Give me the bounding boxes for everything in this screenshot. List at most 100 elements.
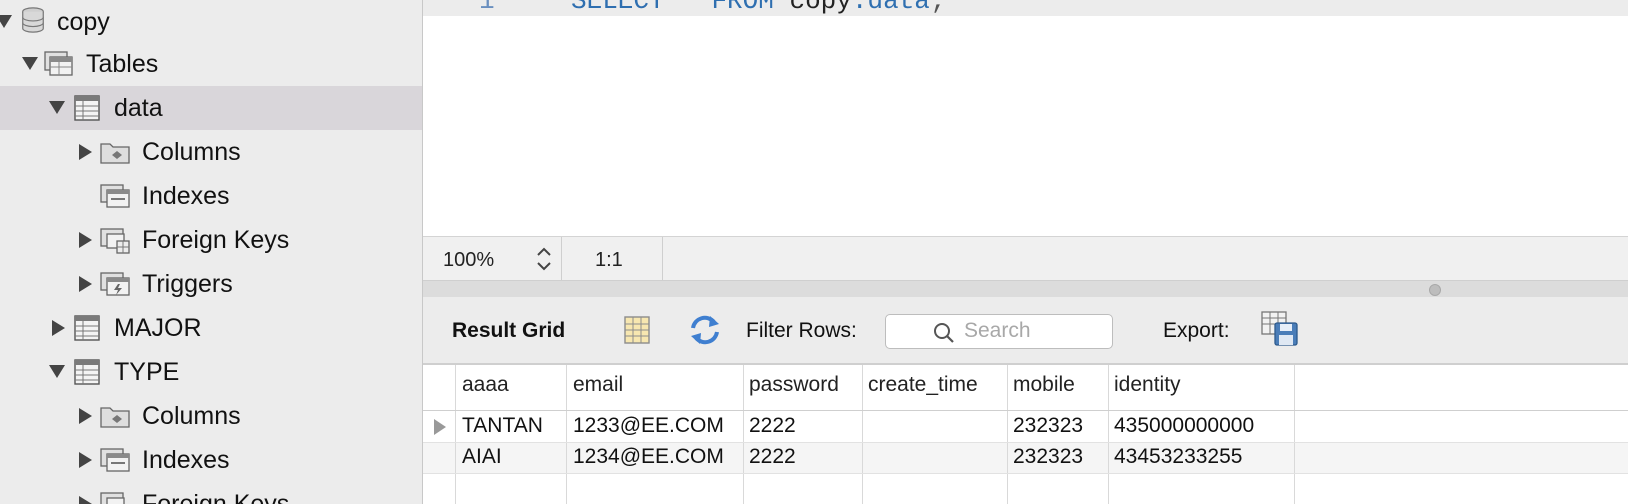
expand-toggle-icon[interactable] (79, 276, 92, 292)
editor-current-line[interactable]: 1 SELECT * FROM copy.data; (423, 0, 1628, 16)
table-cell[interactable]: 2222 (749, 414, 796, 438)
tree-item-label: Tables (86, 50, 159, 78)
table-cell[interactable]: 232323 (1013, 445, 1083, 469)
tree-item-triggers[interactable]: Triggers (0, 262, 422, 306)
sql-keyword-from: FROM (711, 0, 774, 16)
tree-item-columns[interactable]: Columns (0, 394, 422, 438)
indexes-folder-icon (100, 448, 130, 472)
expand-toggle-icon[interactable] (79, 496, 92, 504)
row-divider (423, 473, 1628, 474)
header-divider (423, 410, 1628, 411)
expand-toggle-icon[interactable] (79, 232, 92, 248)
table-cell[interactable]: 435000000000 (1114, 414, 1254, 438)
tree-item-label: Columns (142, 138, 241, 166)
grid-divider (1108, 365, 1109, 504)
collapse-toggle-icon[interactable] (49, 101, 65, 114)
expand-toggle-icon[interactable] (79, 408, 92, 424)
table-cell[interactable]: 43453233255 (1114, 445, 1242, 469)
panel-splitter[interactable] (423, 280, 1628, 298)
expand-toggle-icon[interactable] (79, 144, 92, 160)
table-cell[interactable]: 1233@EE.COM (573, 414, 724, 438)
tree-item-columns[interactable]: Columns (0, 130, 422, 174)
sql-editor[interactable]: 1 SELECT * FROM copy.data; (423, 0, 1628, 236)
zoom-stepper-icon[interactable] (535, 245, 553, 273)
sql-schema: copy (773, 0, 852, 16)
statusbar-divider (662, 237, 663, 281)
table-icon (74, 359, 100, 385)
tree-item-table-type[interactable]: TYPE (0, 350, 422, 394)
column-header[interactable]: aaaa (462, 373, 509, 397)
splitter-handle-icon[interactable] (1429, 284, 1441, 296)
grid-divider (862, 365, 863, 504)
current-row-marker-icon (434, 419, 446, 435)
result-grid[interactable]: aaaa email password create_time mobile i… (423, 365, 1628, 504)
tree-item-table-major[interactable]: MAJOR (0, 306, 422, 350)
grid-divider (455, 365, 456, 504)
tree-item-label: Foreign Keys (142, 226, 290, 254)
tree-item-indexes[interactable]: Indexes (0, 438, 422, 482)
sql-statement[interactable]: SELECT * FROM copy.data; (571, 0, 946, 16)
grid-divider (566, 365, 567, 504)
table-cell[interactable]: 1234@EE.COM (573, 445, 724, 469)
tree-item-label: Columns (142, 402, 241, 430)
columns-folder-icon (100, 143, 130, 164)
tree-item-indexes[interactable]: Indexes (0, 174, 422, 218)
grid-divider (743, 365, 744, 504)
zoom-level[interactable]: 100% (443, 249, 494, 272)
grid-divider (1294, 365, 1295, 504)
row-divider (423, 442, 1628, 443)
table-cell[interactable]: TANTAN (462, 414, 543, 438)
triggers-folder-icon (100, 272, 130, 296)
result-toolbar: Result Grid Filter Rows: Export: (423, 297, 1628, 365)
cursor-position: 1:1 (595, 249, 623, 271)
tree-item-label: data (114, 94, 163, 122)
foreign-keys-folder-icon (100, 228, 130, 254)
tree-item-foreign-keys[interactable]: Foreign Keys (0, 218, 422, 262)
expand-toggle-icon[interactable] (52, 320, 65, 336)
tree-item-label: TYPE (114, 358, 180, 386)
line-number: 1 (479, 0, 495, 16)
tree-item-table-data[interactable]: data (0, 86, 422, 130)
sql-semicolon: ; (929, 0, 946, 16)
columns-folder-icon (100, 407, 130, 428)
export-save-icon[interactable] (1261, 311, 1299, 347)
export-label: Export: (1163, 319, 1230, 342)
expand-toggle-icon[interactable] (79, 452, 92, 468)
tables-folder-icon (44, 51, 73, 76)
filter-rows-label: Filter Rows: (746, 319, 857, 342)
collapse-toggle-icon[interactable] (49, 365, 65, 378)
tree-item-schema-copy[interactable]: copy (0, 0, 422, 44)
column-header[interactable]: identity (1114, 373, 1181, 397)
table-cell[interactable]: 2222 (749, 445, 796, 469)
search-icon (934, 323, 954, 343)
tree-item-label: MAJOR (114, 314, 202, 342)
schema-navigator: copy Tables data Columns Indexes Foreign… (0, 0, 423, 504)
filter-search-box[interactable] (885, 314, 1113, 349)
filter-search-input[interactable] (964, 318, 1104, 344)
column-header[interactable]: password (749, 373, 839, 397)
column-header[interactable]: mobile (1013, 373, 1075, 397)
table-cell[interactable]: AIAI (462, 445, 502, 469)
collapse-toggle-icon[interactable] (22, 57, 38, 70)
refresh-icon[interactable] (688, 314, 722, 346)
column-header[interactable]: email (573, 373, 623, 397)
foreign-keys-folder-icon (100, 492, 125, 504)
editor-statusbar: 100% 1:1 (423, 236, 1628, 281)
table-cell[interactable]: 232323 (1013, 414, 1083, 438)
column-header[interactable]: create_time (868, 373, 978, 397)
tree-item-label: copy (57, 8, 110, 36)
tree-item-label: Indexes (142, 446, 230, 474)
collapse-toggle-icon[interactable] (0, 15, 12, 28)
tree-item-tables[interactable]: Tables (0, 42, 422, 86)
statusbar-divider (561, 237, 562, 281)
tree-item-foreign-keys[interactable]: Foreign Keys (0, 482, 422, 504)
sql-star: * (664, 0, 712, 16)
grid-divider (1007, 365, 1008, 504)
grid-layout-icon[interactable] (623, 315, 651, 345)
result-grid-title: Result Grid (452, 319, 566, 342)
table-icon (74, 315, 100, 341)
tree-item-label: Indexes (142, 182, 230, 210)
tree-item-label: Foreign Keys (142, 490, 290, 504)
table-icon (74, 95, 100, 121)
database-icon (22, 7, 44, 33)
